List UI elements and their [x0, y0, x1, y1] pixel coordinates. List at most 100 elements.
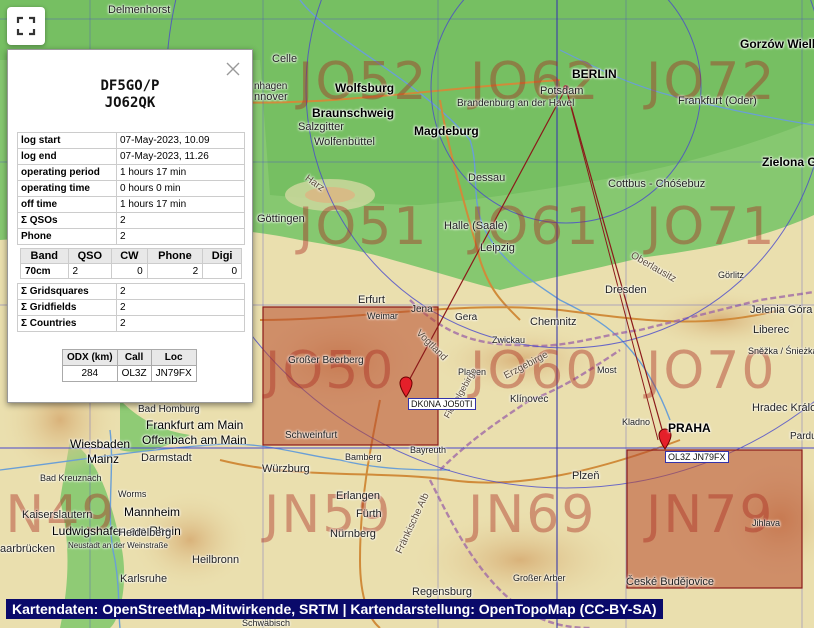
station-callsign: DF5GO/P — [100, 78, 160, 94]
station-info-panel: DF5GO/P JO62QK log start 07-May-2023, 10.… — [7, 49, 253, 403]
city-label: Brandenburg an der Havel — [457, 98, 575, 109]
odx-distance: 284 — [62, 365, 118, 382]
city-label: Celle — [272, 53, 298, 65]
city-label: Heilbronn — [192, 554, 240, 566]
city-label: Bad Kreuznach — [40, 473, 102, 483]
stat-value: 07-May-2023, 10.09 — [116, 132, 245, 149]
stat-key: off time — [17, 196, 117, 213]
stat-value: 1 hours 17 min — [116, 164, 245, 181]
city-label: Großer Beerberg — [288, 355, 364, 366]
grid-label-jo71: JO71 — [646, 197, 777, 257]
grid-label-jn79: JN79 — [646, 485, 775, 545]
cw-cell: 0 — [111, 263, 148, 279]
marker-tag-dk0na[interactable]: DK0NA JO50TI — [408, 398, 476, 410]
column-header: Digi — [202, 248, 242, 264]
map-attribution[interactable]: Kartendaten: OpenStreetMap-Mitwirkende, … — [6, 599, 663, 619]
table-row: Σ Gridfields 2 — [17, 299, 245, 316]
stat-key: Σ Gridfields — [17, 299, 117, 316]
stat-value: 07-May-2023, 11.26 — [116, 148, 245, 165]
phone-cell: 2 — [146, 263, 204, 279]
city-label: Magdeburg — [414, 124, 479, 138]
grid-label-jo51: JO51 — [298, 197, 429, 257]
city-label: Braunschweig — [312, 106, 395, 120]
stat-key: operating time — [17, 180, 117, 197]
city-label: Offenbach am Main — [142, 433, 247, 447]
city-label: Dessau — [468, 172, 506, 184]
city-label: Cottbus - Chóśebuz — [608, 178, 706, 190]
city-label: Jelenia Góra — [750, 304, 813, 316]
city-label: Erfurt — [358, 294, 385, 306]
stat-value: 2 — [116, 228, 245, 245]
city-label: Most — [597, 365, 617, 375]
city-label: Gera — [455, 312, 478, 323]
table-row: 284 OL3Z JN79FX — [62, 365, 197, 382]
city-label: nhagen — [254, 81, 288, 92]
odx-locator: JN79FX — [150, 365, 197, 382]
city-label: Pardu — [790, 431, 814, 442]
city-label: nnover — [254, 91, 288, 103]
city-label: Halle (Saale) — [444, 220, 508, 232]
table-row: Σ Gridsquares 2 — [17, 283, 245, 300]
city-label: Wolfenbüttel — [314, 136, 375, 148]
column-header: QSO — [67, 248, 113, 264]
city-label: Hradec Králo — [752, 402, 814, 414]
column-header: Band — [20, 248, 69, 264]
band-table: Band QSO CW Phone Digi 70cm 2 0 2 0 — [20, 248, 242, 279]
city-label: Sněžka / Śnieżka — [748, 346, 814, 356]
city-label: BERLIN — [572, 67, 617, 81]
column-header: CW — [111, 248, 148, 264]
city-label: Wolfsburg — [335, 81, 395, 95]
close-icon[interactable] — [226, 62, 240, 76]
column-header: ODX (km) — [62, 349, 118, 366]
city-label: Plzeň — [572, 470, 600, 482]
city-label: České Budějovice — [626, 576, 715, 588]
stat-key: Phone — [17, 228, 117, 245]
stat-key: Σ Countries — [17, 315, 117, 332]
digi-cell: 0 — [202, 263, 242, 279]
table-row: Σ Countries 2 — [17, 315, 245, 332]
table-row: 70cm 2 0 2 0 — [20, 263, 242, 279]
city-label: Fürth — [356, 508, 382, 520]
city-label: Regensburg — [412, 586, 472, 598]
station-locator: JO62QK — [104, 95, 156, 111]
grid-label-jo60: JO60 — [470, 341, 601, 401]
city-label: Salzgitter — [298, 121, 344, 133]
city-label: Frankfurt am Main — [146, 418, 244, 432]
column-header: Loc — [150, 349, 197, 366]
city-label: Gorzów Wielk — [740, 37, 814, 51]
city-label: Heidelberg — [118, 527, 172, 539]
table-row: operating period 1 hours 17 min — [17, 164, 245, 181]
city-label: Schweinfurt — [285, 430, 338, 441]
totals-table: Σ Gridsquares 2 Σ Gridfields 2 Σ Countries… — [17, 283, 245, 332]
city-label: Dresden — [605, 284, 647, 296]
city-label: Mannheim — [124, 505, 181, 519]
stat-key: Σ QSOs — [17, 212, 117, 229]
stat-value: 2 — [116, 283, 245, 300]
table-row: operating time 0 hours 0 min — [17, 180, 245, 197]
table-header-row: Band QSO CW Phone Digi — [20, 248, 242, 264]
log-stats-table: log start 07-May-2023, 10.09 log end 07-Ma… — [17, 132, 245, 245]
city-label: Kladno — [622, 417, 651, 427]
city-label: Wiesbaden — [70, 437, 131, 451]
table-row: log start 07-May-2023, 10.09 — [17, 132, 245, 149]
city-label: Klínovec — [510, 394, 549, 405]
city-label: Nürnberg — [330, 528, 376, 540]
city-label: Leipzig — [480, 242, 515, 254]
city-label: Würzburg — [262, 463, 310, 475]
table-row: Σ QSOs 2 — [17, 212, 245, 229]
city-label: Chemnitz — [530, 316, 577, 328]
stat-value: 2 — [116, 299, 245, 316]
stat-value: 2 — [116, 212, 245, 229]
stat-value: 2 — [116, 315, 245, 332]
marker-tag-ol3z[interactable]: OL3Z JN79FX — [665, 451, 729, 463]
city-label: Mainz — [87, 452, 120, 466]
table-header-row: ODX (km) Call Loc — [62, 349, 197, 366]
city-label: Jihlava — [752, 518, 781, 528]
city-label: Görlitz — [718, 270, 745, 280]
city-label: Karlsruhe — [120, 573, 168, 585]
fullscreen-button[interactable] — [7, 7, 45, 45]
city-label: Erlangen — [336, 490, 381, 502]
city-label: Delmenhorst — [108, 4, 171, 16]
city-label: Bamberg — [345, 452, 382, 462]
city-label: PRAHA — [668, 421, 711, 435]
